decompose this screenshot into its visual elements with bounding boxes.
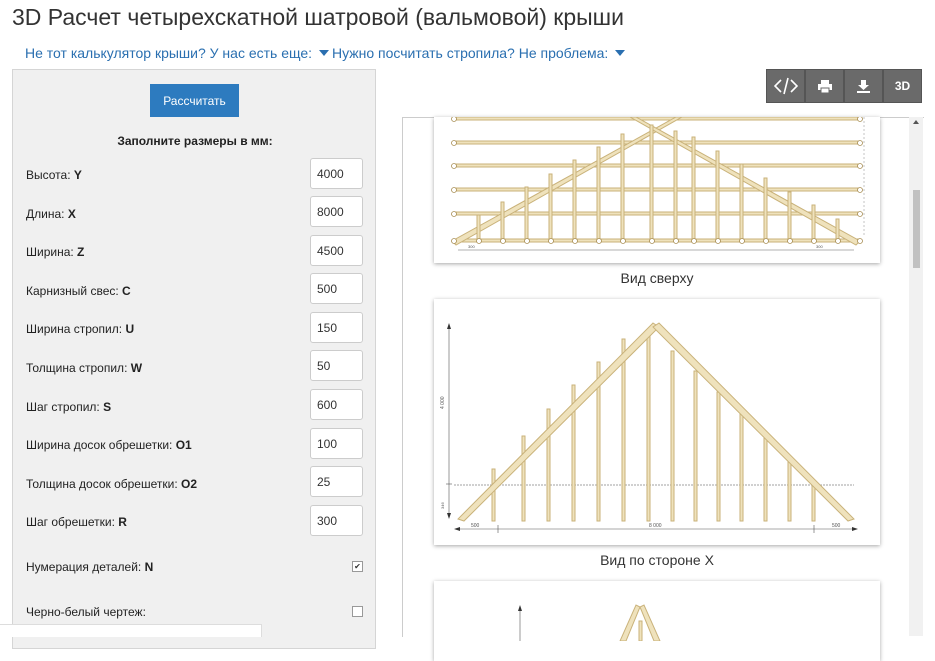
rafter-width-input[interactable] — [310, 312, 363, 343]
field-label-batten-thickness: Толщина досок обрешетки: O2 — [26, 477, 198, 491]
end-view-card — [434, 581, 880, 661]
side-height-dim: 4 000 — [440, 396, 446, 409]
bw-checkbox[interactable] — [352, 606, 363, 617]
other-calculators-dropdown[interactable]: Не тот калькулятор крыши? У нас есть еще… — [25, 45, 330, 61]
field-label-overhang: Карнизный свес: C — [26, 284, 131, 298]
dropdown-label: Не тот калькулятор крыши? У нас есть еще… — [25, 45, 313, 61]
side-overhang-left: 500 — [471, 523, 480, 529]
width-input[interactable] — [310, 235, 363, 266]
side-eave-dim: 346 — [440, 502, 445, 509]
overhang-input[interactable] — [310, 273, 363, 304]
numbering-label: Нумерация деталей: N — [26, 560, 154, 574]
field-label-rafter-step: Шаг стропил: S — [26, 400, 112, 414]
overlay-box — [0, 624, 262, 637]
side-overhang-right: 500 — [832, 523, 841, 529]
bw-label: Черно-белый чертеж: — [26, 605, 146, 619]
side-view-drawing: 4 000 346 500 8 000 500 — [440, 322, 858, 533]
batten-thickness-input[interactable] — [310, 466, 363, 497]
calculate-button[interactable]: Рассчитать — [150, 84, 239, 117]
top-view-card: 300 300 — [434, 116, 880, 263]
code-icon — [773, 77, 798, 95]
printer-icon — [817, 79, 832, 93]
rafter-thickness-input[interactable] — [310, 350, 363, 381]
side-length-dim: 8 000 — [649, 523, 662, 529]
length-input[interactable] — [310, 196, 363, 227]
view-3d-button[interactable]: 3D — [883, 69, 922, 103]
view-3d-label: 3D — [894, 79, 911, 93]
parameters-panel: Рассчитать Заполните размеры в мм: Высот… — [12, 69, 376, 649]
side-view-caption: Вид по стороне X — [600, 552, 714, 568]
code-button[interactable] — [766, 69, 805, 103]
field-label-height: Высота: Y — [26, 168, 82, 182]
top-view-drawing: 300 300 — [451, 116, 865, 251]
field-label-batten-width: Ширина досок обрешетки: O1 — [26, 438, 192, 452]
batten-width-input[interactable] — [310, 428, 363, 459]
page-title: 3D Расчет четырехскатной шатровой (вальм… — [12, 4, 624, 30]
height-input[interactable] — [310, 158, 363, 189]
rafters-dropdown[interactable]: Нужно посчитать стропила? Не проблема: — [332, 45, 626, 61]
caret-down-icon — [319, 50, 330, 57]
field-label-width: Ширина: Z — [26, 245, 85, 259]
top-dim-right: 300 — [816, 244, 823, 249]
scroll-up-arrow-icon[interactable] — [913, 120, 919, 124]
top-view-caption: Вид сверху — [620, 270, 694, 286]
dropdown-label: Нужно посчитать стропила? Не проблема: — [332, 45, 609, 61]
form-header: Заполните размеры в мм: — [117, 134, 273, 148]
field-label-batten-step: Шаг обрешетки: R — [26, 515, 127, 529]
field-label-rafter-width: Ширина стропил: U — [26, 322, 135, 336]
numbering-checkbox[interactable]: ✔ — [352, 561, 363, 572]
field-label-length: Длина: X — [26, 207, 76, 221]
side-view-card: 4 000 346 500 8 000 500 — [434, 299, 880, 545]
top-dim-left: 300 — [468, 244, 475, 249]
scrollbar-thumb[interactable] — [913, 190, 920, 268]
download-button[interactable] — [844, 69, 883, 103]
caret-down-icon — [615, 50, 626, 57]
field-label-rafter-thickness: Толщина стропил: W — [26, 361, 143, 375]
download-icon — [857, 79, 870, 93]
print-button[interactable] — [805, 69, 844, 103]
rafter-step-input[interactable] — [310, 389, 363, 420]
batten-step-input[interactable] — [310, 505, 363, 536]
end-view-drawing — [518, 604, 661, 642]
